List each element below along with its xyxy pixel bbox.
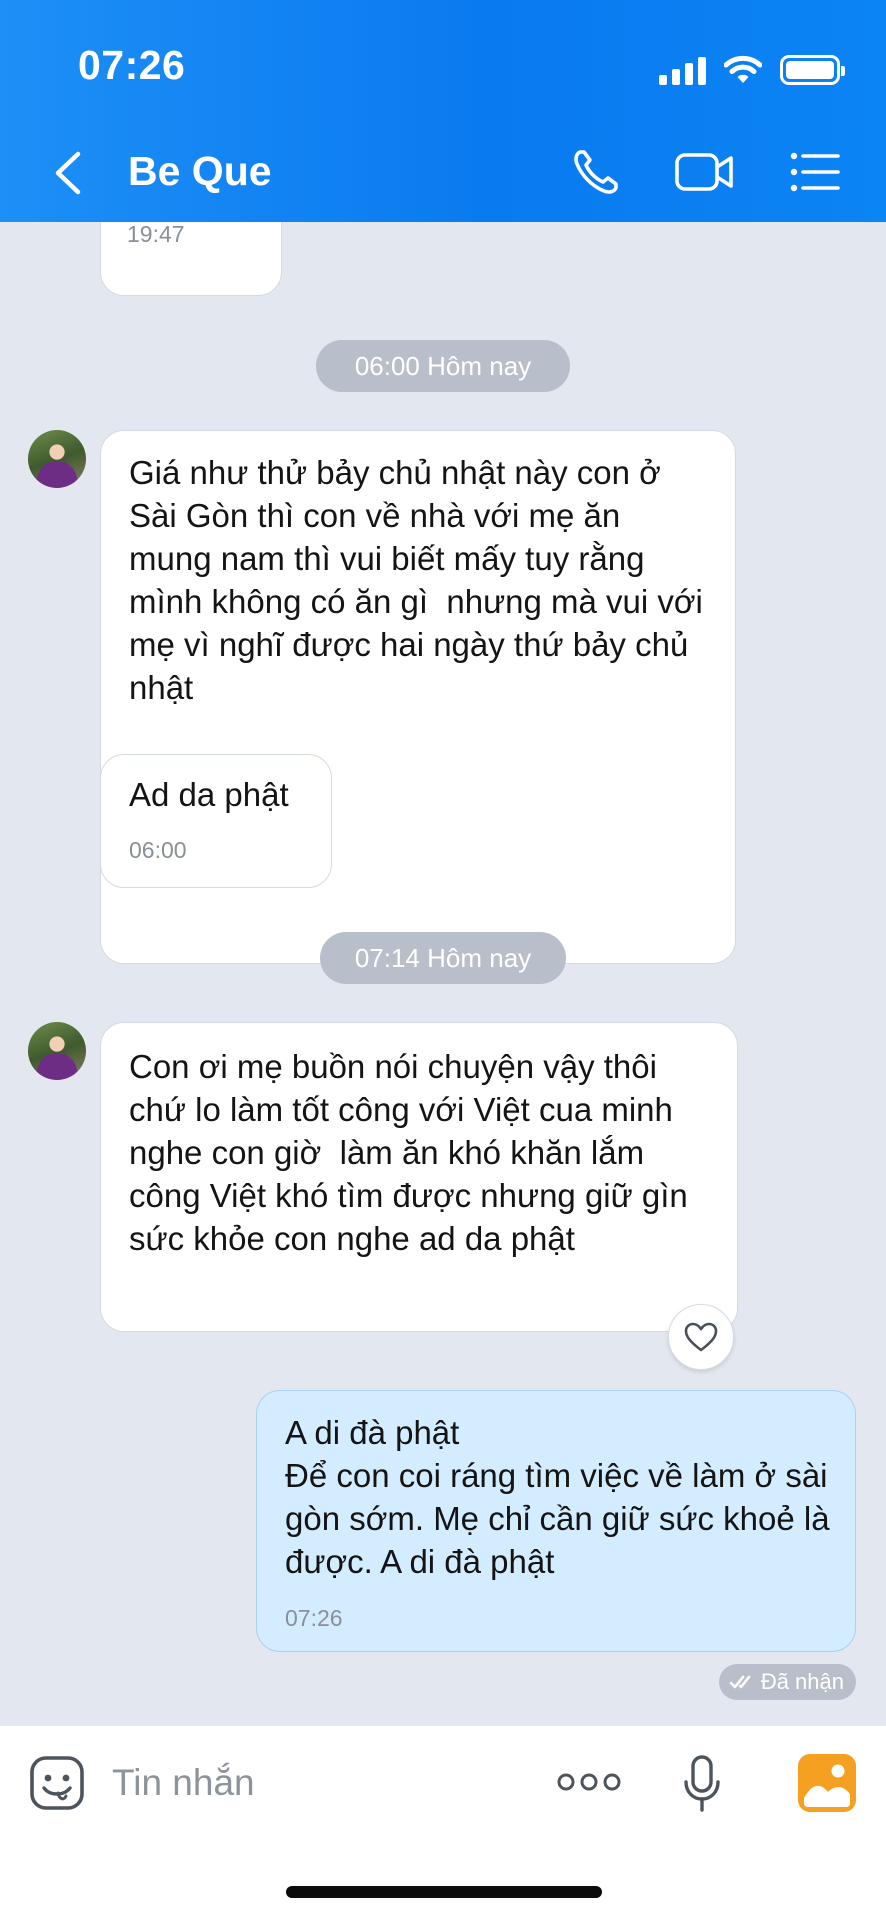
message-input[interactable]: Tin nhắn: [112, 1762, 255, 1804]
delivery-status-text: Đã nhận: [760, 1669, 844, 1694]
message-bubble[interactable]: Ad da phật 06:00: [100, 754, 332, 888]
microphone-icon: [684, 1755, 720, 1812]
message-time: 19:47: [127, 222, 185, 247]
image-gallery-button[interactable]: [798, 1754, 856, 1812]
more-options-button[interactable]: [556, 1768, 622, 1796]
video-call-icon: [675, 153, 733, 191]
video-call-button[interactable]: [674, 146, 736, 198]
message-time: 07:26: [285, 1605, 343, 1631]
contact-avatar[interactable]: [28, 430, 86, 488]
message-text: Con ơi mẹ buồn nói chuyện vậy thôi chứ l…: [129, 1048, 697, 1257]
message-text: Giá như thử bảy chủ nhật này con ở Sài G…: [129, 454, 713, 706]
message-input-bar: Tin nhắn: [0, 1726, 886, 1920]
delivery-status-badge: Đã nhận: [718, 1664, 856, 1700]
contact-avatar[interactable]: [28, 1022, 86, 1080]
message-time: 06:00: [129, 837, 187, 863]
image-gallery-icon: [798, 1754, 856, 1812]
message-text: Ad da phật: [129, 776, 289, 813]
phone-icon: [574, 150, 618, 194]
double-check-icon: [729, 1675, 751, 1689]
more-options-icon: [557, 1773, 621, 1791]
message-list[interactable]: 19:47 06:00 Hôm nay Giá như thử bảy chủ …: [0, 222, 886, 1726]
heart-icon: [684, 1322, 718, 1352]
battery-icon: [780, 55, 845, 85]
chat-header: 07:26 Be Que: [0, 0, 886, 222]
sticker-icon: [30, 1756, 84, 1810]
voice-call-button[interactable]: [570, 146, 626, 198]
contact-name[interactable]: Be Que: [128, 148, 272, 195]
home-indicator: [286, 1886, 602, 1898]
date-stamp: 07:14 Hôm nay: [320, 932, 566, 984]
status-time: 07:26: [78, 42, 186, 88]
cellular-signal-icon: [659, 55, 706, 85]
message-bubble[interactable]: 19:47: [100, 222, 282, 296]
date-stamp: 06:00 Hôm nay: [316, 340, 570, 392]
wifi-icon: [724, 55, 762, 83]
back-chevron-icon: [55, 151, 81, 195]
react-heart-button[interactable]: [668, 1304, 734, 1370]
voice-message-button[interactable]: [682, 1754, 722, 1814]
message-text: A di đà phật Để con coi ráng tìm việc về…: [285, 1414, 830, 1580]
sticker-button[interactable]: [28, 1754, 86, 1812]
message-bubble-sent[interactable]: A di đà phật Để con coi ráng tìm việc về…: [256, 1390, 856, 1652]
message-bubble[interactable]: Con ơi mẹ buồn nói chuyện vậy thôi chứ l…: [100, 1022, 738, 1332]
chat-menu-button[interactable]: [788, 146, 842, 198]
status-icons: [659, 50, 845, 90]
back-button[interactable]: [48, 148, 88, 198]
list-menu-icon: [790, 152, 840, 192]
